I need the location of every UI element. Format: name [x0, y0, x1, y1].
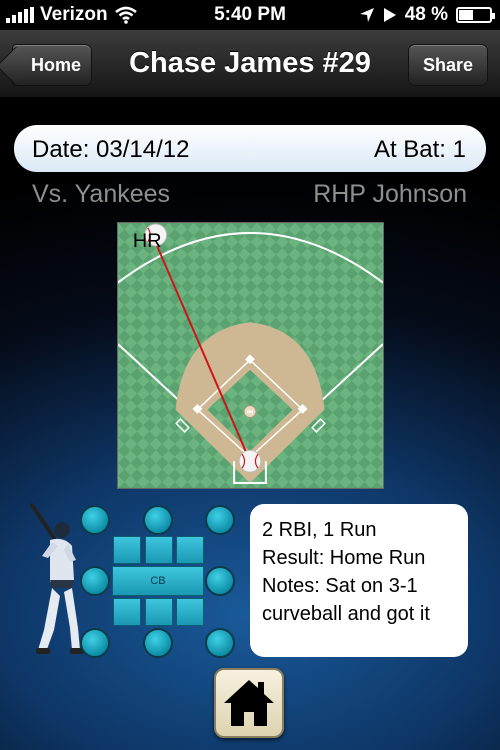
zone-circle-middle-left[interactable] — [80, 566, 110, 596]
at-bat-result-card: 2 RBI, 1 Run Result: Home Run Notes: Sat… — [250, 504, 468, 657]
zone-circle-bottom-right[interactable] — [205, 628, 235, 658]
pitcher-label: RHP Johnson — [313, 180, 467, 208]
zone-circle-top-left[interactable] — [80, 505, 110, 535]
status-bar: Verizon 5:40 PM 48 % — [0, 0, 500, 30]
zone-circle-top-right[interactable] — [205, 505, 235, 535]
zone-circle-top-center[interactable] — [143, 505, 173, 535]
zone-cell-9[interactable] — [176, 598, 204, 626]
opponent-label: Vs. Yankees — [32, 180, 171, 208]
play-icon — [383, 8, 396, 22]
home-back-button[interactable]: Home — [12, 44, 92, 86]
at-bat-info-bar: Date: 03/14/12 At Bat: 1 — [14, 125, 486, 172]
at-bat-number: At Bat: 1 — [373, 136, 466, 163]
zone-cell-7[interactable] — [113, 598, 141, 626]
zone-circle-bottom-left[interactable] — [80, 628, 110, 658]
zone-cell-8[interactable] — [145, 598, 173, 626]
zone-circle-middle-right[interactable] — [205, 566, 235, 596]
notes-text: Notes: Sat on 3-1 curveball and got it — [262, 575, 430, 625]
share-button[interactable]: Share — [408, 44, 488, 86]
baseball-icon — [238, 449, 262, 473]
batter-icon — [30, 503, 84, 654]
navigation-bar: Home Chase James #29 Share — [0, 30, 500, 98]
zone-cell-3[interactable] — [176, 536, 204, 564]
result-text: Result: Home Run — [262, 547, 426, 569]
zone-cell-2[interactable] — [145, 536, 173, 564]
share-button-label: Share — [422, 54, 474, 75]
rbi-runs-text: 2 RBI, 1 Run — [262, 519, 377, 541]
back-button-label: Home — [30, 54, 81, 75]
battery-percent: 48 % — [404, 4, 448, 25]
battery-icon — [456, 7, 495, 23]
zone-cell-1[interactable] — [113, 536, 141, 564]
home-icon — [224, 680, 274, 726]
spray-chart-field[interactable]: HR — [117, 222, 384, 489]
game-date: Date: 03/14/12 — [32, 136, 190, 163]
home-button[interactable] — [214, 668, 284, 738]
zone-circle-bottom-center[interactable] — [143, 628, 173, 658]
location-arrow-icon — [359, 8, 374, 22]
zone-cell-center[interactable]: CB — [112, 566, 204, 596]
hit-result-label: HR — [133, 230, 162, 252]
